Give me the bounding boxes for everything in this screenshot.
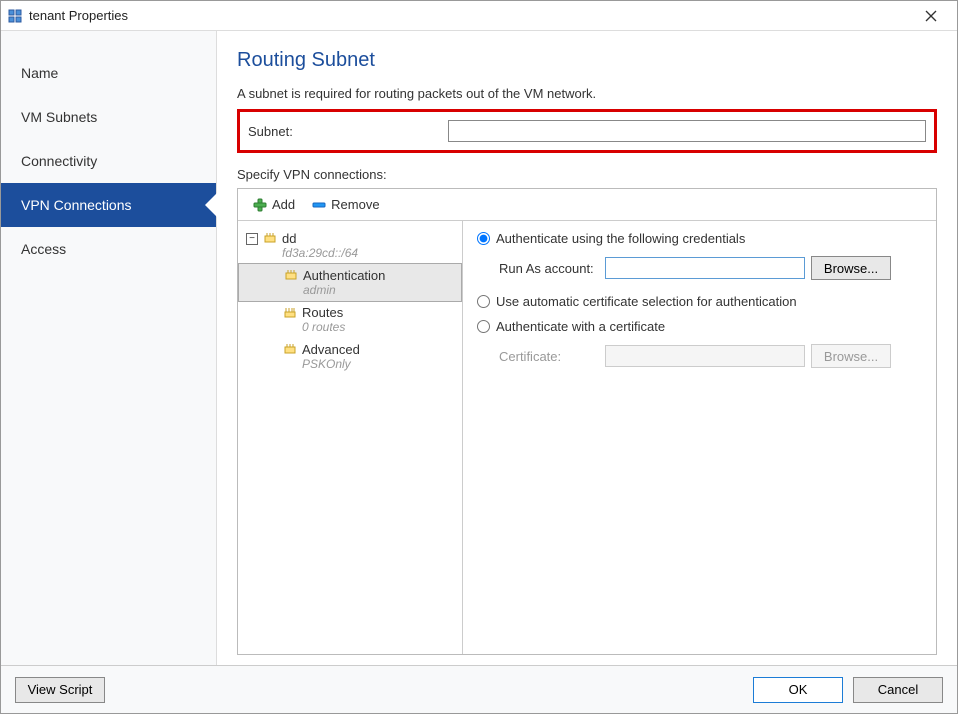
routes-icon <box>282 305 298 321</box>
tree-item-advanced[interactable]: Advanced PSKOnly <box>238 338 462 375</box>
radio-auth-credentials-input[interactable] <box>477 232 490 245</box>
subnet-label: Subnet: <box>248 124 448 139</box>
tree-item-sub: PSKOnly <box>302 357 360 371</box>
tree-item-authentication[interactable]: Authentication admin <box>238 263 462 302</box>
tree-root-sub: fd3a:29cd::/64 <box>282 246 358 260</box>
cancel-button[interactable]: Cancel <box>853 677 943 703</box>
vpn-toolbar: Add Remove <box>238 189 936 221</box>
add-button-label: Add <box>272 197 295 212</box>
sidebar-item-label: Name <box>21 65 58 81</box>
minus-icon <box>311 197 327 213</box>
sidebar-item-label: Access <box>21 241 66 257</box>
page-title: Routing Subnet <box>237 49 937 72</box>
network-icon <box>283 268 299 284</box>
add-button[interactable]: Add <box>244 195 303 215</box>
tree-root-label: dd <box>282 231 358 246</box>
tree-item-label: Authentication <box>303 268 385 283</box>
radio-cert[interactable]: Authenticate with a certificate <box>477 319 922 334</box>
vpn-connections-panel: Add Remove − <box>237 188 937 655</box>
sidebar-item-vm-subnets[interactable]: VM Subnets <box>1 95 216 139</box>
plus-icon <box>252 197 268 213</box>
cert-row: Certificate: Browse... <box>477 344 922 368</box>
footer: View Script OK Cancel <box>1 665 957 713</box>
content: Name VM Subnets Connectivity VPN Connect… <box>1 31 957 665</box>
remove-button[interactable]: Remove <box>303 195 387 215</box>
tree-item-routes[interactable]: Routes 0 routes <box>238 301 462 338</box>
app-icon <box>7 8 23 24</box>
window-title: tenant Properties <box>29 8 911 23</box>
remove-button-label: Remove <box>331 197 379 212</box>
vpn-body: − dd fd3a:29cd::/64 <box>238 221 936 654</box>
vpn-tree: − dd fd3a:29cd::/64 <box>238 221 463 654</box>
runas-browse-button[interactable]: Browse... <box>811 256 891 280</box>
network-icon <box>282 342 298 358</box>
main-panel: Routing Subnet A subnet is required for … <box>217 31 957 665</box>
page-subtitle: A subnet is required for routing packets… <box>237 86 937 101</box>
tree-item-sub: admin <box>303 283 385 297</box>
detail-pane: Authenticate using the following credent… <box>463 221 936 654</box>
sidebar-item-access[interactable]: Access <box>1 227 216 271</box>
radio-auto-cert[interactable]: Use automatic certificate selection for … <box>477 294 922 309</box>
cert-input <box>605 345 805 367</box>
tree-item-label: Routes <box>302 305 345 320</box>
subnet-input[interactable] <box>448 120 926 142</box>
sidebar: Name VM Subnets Connectivity VPN Connect… <box>1 31 217 665</box>
titlebar: tenant Properties <box>1 1 957 31</box>
radio-auto-cert-label: Use automatic certificate selection for … <box>496 294 797 309</box>
radio-cert-input[interactable] <box>477 320 490 333</box>
radio-auto-cert-input[interactable] <box>477 295 490 308</box>
view-script-button[interactable]: View Script <box>15 677 105 703</box>
sidebar-item-vpn-connections[interactable]: VPN Connections <box>1 183 216 227</box>
sidebar-item-label: VM Subnets <box>21 109 97 125</box>
ok-button[interactable]: OK <box>753 677 843 703</box>
network-icon <box>262 231 278 247</box>
runas-label: Run As account: <box>499 261 599 276</box>
close-button[interactable] <box>911 2 951 30</box>
radio-auth-credentials[interactable]: Authenticate using the following credent… <box>477 231 922 246</box>
cert-label: Certificate: <box>499 349 599 364</box>
radio-cert-label: Authenticate with a certificate <box>496 319 665 334</box>
sidebar-item-connectivity[interactable]: Connectivity <box>1 139 216 183</box>
sidebar-item-label: VPN Connections <box>21 197 132 213</box>
tree-item-label: Advanced <box>302 342 360 357</box>
runas-input[interactable] <box>605 257 805 279</box>
specify-vpn-label: Specify VPN connections: <box>237 167 937 182</box>
tree-root-node[interactable]: − dd fd3a:29cd::/64 <box>238 227 462 264</box>
runas-row: Run As account: Browse... <box>477 256 922 280</box>
subnet-row: Subnet: <box>237 109 937 153</box>
collapse-icon[interactable]: − <box>246 233 258 245</box>
tree-item-sub: 0 routes <box>302 320 345 334</box>
radio-auth-credentials-label: Authenticate using the following credent… <box>496 231 745 246</box>
cert-browse-button: Browse... <box>811 344 891 368</box>
sidebar-item-name[interactable]: Name <box>1 51 216 95</box>
sidebar-item-label: Connectivity <box>21 153 97 169</box>
